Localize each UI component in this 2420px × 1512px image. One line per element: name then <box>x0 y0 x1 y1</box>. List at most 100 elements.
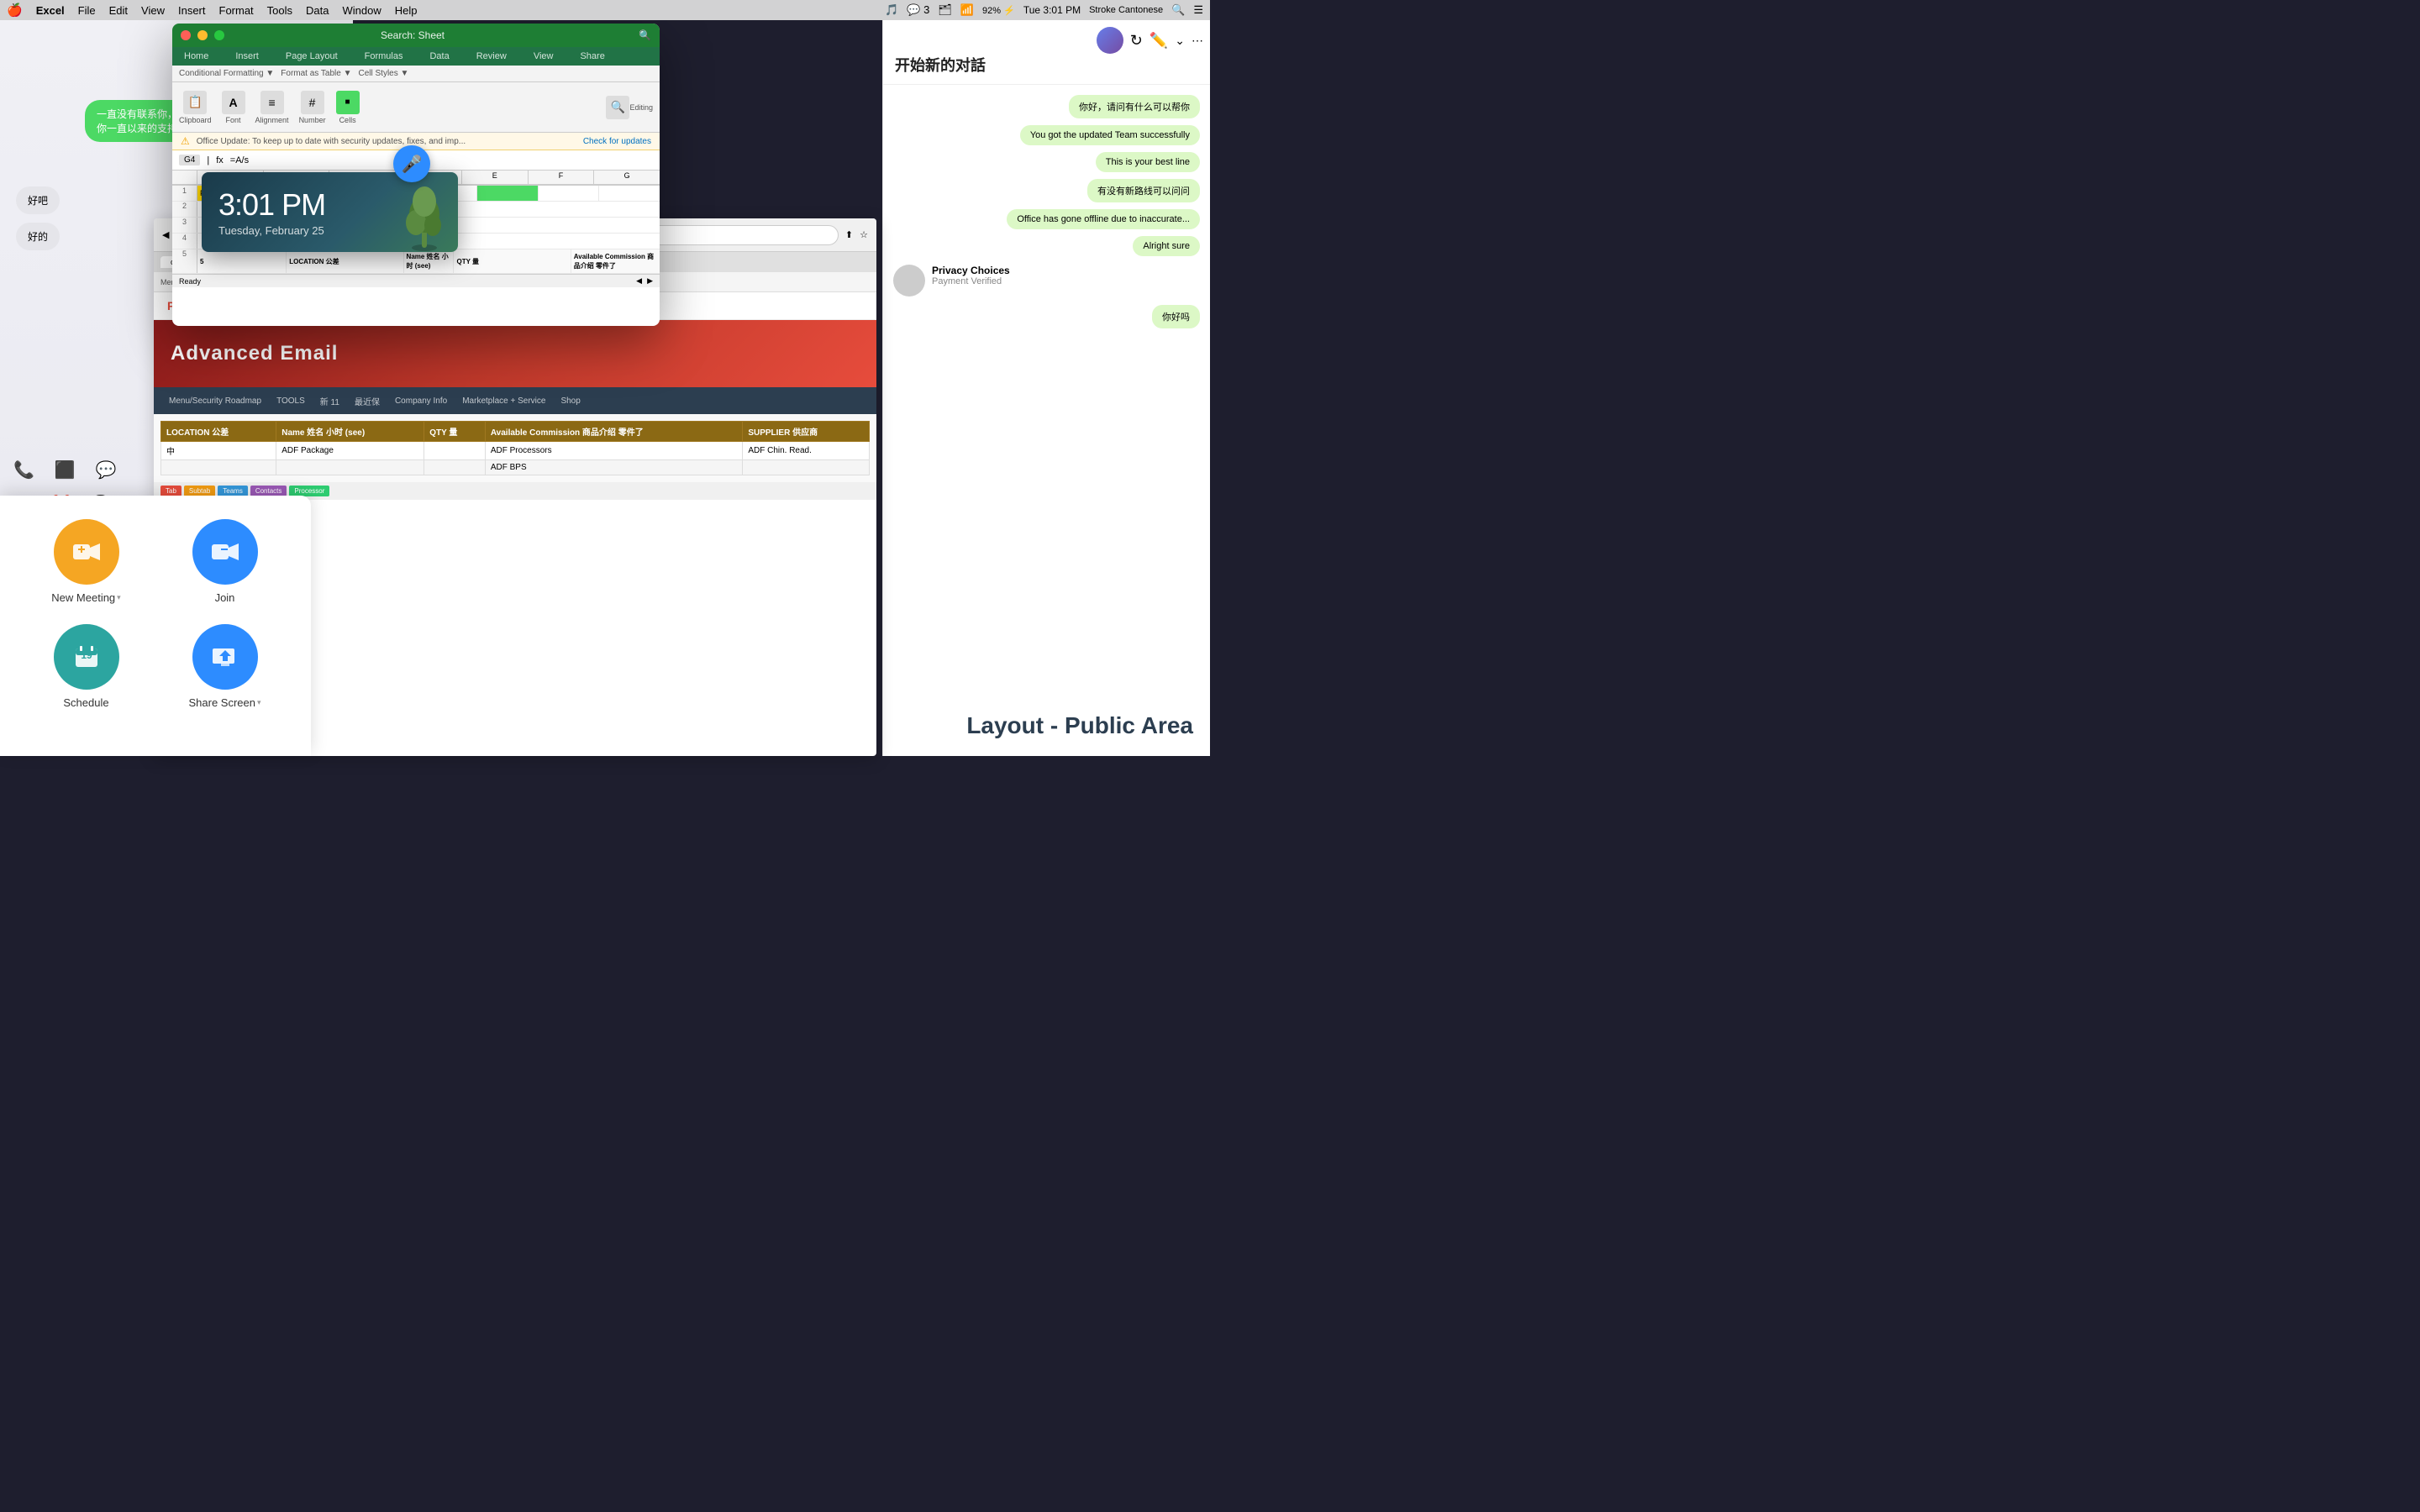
cell-loc-1[interactable]: 中 <box>161 442 276 460</box>
cell-styles-label[interactable]: Cell Styles ▼ <box>358 69 408 78</box>
user-avatar[interactable] <box>1097 27 1123 54</box>
excel-footer: Ready ◀ ▶ <box>172 274 660 287</box>
bubble-icon[interactable]: 💬 <box>96 459 117 480</box>
search-icon[interactable]: 🔍 <box>1171 3 1185 17</box>
tab-formulas[interactable]: Formulas <box>360 50 408 63</box>
cell-comm-2[interactable]: ADF BPS <box>485 460 742 475</box>
zoom-panel: New Meeting ▾ Join 19 <box>0 496 311 756</box>
square-icon[interactable]: ⬛ <box>55 459 76 480</box>
format-table-label[interactable]: Format as Table ▼ <box>281 69 351 78</box>
chevron-down-icon[interactable]: ⌄ <box>1175 34 1185 48</box>
cell-name-2[interactable] <box>276 460 424 475</box>
search-toolbar-icon[interactable]: 🔍 <box>606 96 629 119</box>
menu-view[interactable]: View <box>141 4 165 17</box>
number-icon[interactable]: # <box>301 91 324 114</box>
tab-page-layout[interactable]: Page Layout <box>281 50 343 63</box>
cell-loc-2[interactable] <box>161 460 276 475</box>
right-msg-outgoing-3: This is your best line <box>883 149 1210 176</box>
right-messages-list: 你好，请问有什么可以帮你 You got the updated Team su… <box>883 85 1210 339</box>
notification-icon[interactable]: ☰ <box>1193 3 1203 17</box>
sheet-prev-icon[interactable]: ◀ <box>636 276 642 286</box>
nav-item-4[interactable]: 最近保 <box>348 391 387 411</box>
header-name[interactable]: LOCATION 公差 <box>287 249 403 273</box>
col-f[interactable]: F <box>529 171 595 184</box>
check-updates-btn[interactable]: Check for updates <box>583 137 651 146</box>
nav-item-1[interactable]: Menu/Security Roadmap <box>162 393 268 409</box>
tab-view[interactable]: View <box>529 50 559 63</box>
header-location[interactable]: 5 <box>197 249 287 273</box>
header-supplier[interactable]: Available Commission 商品介绍 零件了 <box>571 249 660 273</box>
cell-comm-1[interactable]: ADF Processors <box>485 442 742 460</box>
expand-icon[interactable]: ⋯ <box>1192 34 1203 48</box>
join-button[interactable]: Join <box>159 512 291 611</box>
cell-sup-1[interactable]: ADF Chin. Read. <box>743 442 870 460</box>
new-meeting-button[interactable]: New Meeting ▾ <box>20 512 152 611</box>
col-e[interactable]: E <box>462 171 529 184</box>
reload-icon[interactable]: ↻ <box>1130 32 1143 50</box>
conditional-format-label[interactable]: Conditional Formatting ▼ <box>179 69 274 78</box>
tab-data[interactable]: Data <box>424 50 454 63</box>
share-screen-icon-circle <box>192 624 258 690</box>
alignment-icon[interactable]: ≡ <box>260 91 284 114</box>
header-qty[interactable]: Name 姓名 小时 (see) <box>404 249 455 273</box>
menu-help[interactable]: Help <box>395 4 418 17</box>
menu-format[interactable]: Format <box>219 4 254 17</box>
menu-data[interactable]: Data <box>306 4 329 17</box>
th-location: LOCATION 公差 <box>161 422 276 442</box>
cell-f1[interactable] <box>539 186 600 201</box>
nav-item-6[interactable]: Marketplace + Service <box>455 393 552 409</box>
excel-search-icon[interactable]: 🔍 <box>639 29 651 41</box>
minimize-button[interactable] <box>197 30 208 40</box>
menubar-time: Tue 3:01 PM <box>1023 4 1081 16</box>
phone-icon[interactable]: 📞 <box>13 459 34 480</box>
join-label: Join <box>215 591 235 604</box>
cell-ref-display[interactable]: G4 <box>179 155 200 165</box>
apple-menu[interactable]: 🍎 <box>7 3 23 18</box>
menu-file[interactable]: File <box>78 4 96 17</box>
clipboard-icon[interactable]: 📋 <box>183 91 207 114</box>
font-icon[interactable]: A <box>222 91 245 114</box>
compose-icon[interactable]: ✏️ <box>1150 32 1168 50</box>
formula-input[interactable] <box>230 155 653 165</box>
tab-review[interactable]: Review <box>471 50 512 63</box>
cell-qty-2[interactable] <box>424 460 486 475</box>
nav-item-2[interactable]: TOOLS <box>270 393 312 409</box>
back-btn[interactable]: ◀ <box>162 229 169 240</box>
new-meeting-arrow[interactable]: ▾ <box>117 593 121 602</box>
menu-tools[interactable]: Tools <box>267 4 292 17</box>
menu-window[interactable]: Window <box>343 4 381 17</box>
share-screen-arrow[interactable]: ▾ <box>257 698 261 707</box>
cell-qty-1[interactable] <box>424 442 486 460</box>
share-btn[interactable]: ⬆ <box>845 229 853 240</box>
cell-e1[interactable] <box>477 186 539 201</box>
cell-name-1[interactable]: ADF Package <box>276 442 424 460</box>
maximize-button[interactable] <box>214 30 224 40</box>
cell-g1[interactable] <box>599 186 660 201</box>
menu-insert[interactable]: Insert <box>178 4 206 17</box>
svg-text:19: 19 <box>81 649 92 661</box>
app-name[interactable]: Excel <box>36 4 65 17</box>
col-g[interactable]: G <box>594 171 660 184</box>
share-screen-button[interactable]: Share Screen ▾ <box>159 617 291 716</box>
update-bar-text: Office Update: To keep up to date with s… <box>197 137 466 146</box>
menu-edit[interactable]: Edit <box>109 4 128 17</box>
sheet-next-icon[interactable]: ▶ <box>647 276 653 286</box>
header-commission[interactable]: QTY 量 <box>454 249 571 273</box>
tab-insert[interactable]: Insert <box>230 50 264 63</box>
tab-home[interactable]: Home <box>179 50 213 63</box>
th-qty: QTY 量 <box>424 422 486 442</box>
nav-item-5[interactable]: Company Info <box>388 393 454 409</box>
schedule-button[interactable]: 19 Schedule <box>20 617 152 716</box>
tab-share[interactable]: Share <box>575 50 609 63</box>
bookmark-btn[interactable]: ☆ <box>860 229 868 240</box>
close-button[interactable] <box>181 30 191 40</box>
right-msg-outgoing-5: Office has gone offline due to inaccurat… <box>883 206 1210 233</box>
nav-item-7[interactable]: Shop <box>554 393 587 409</box>
cell-sup-2[interactable] <box>743 460 870 475</box>
nav-item-3[interactable]: 新 11 <box>313 391 346 411</box>
microphone-button[interactable]: 🎤 <box>393 145 430 182</box>
plant-decoration <box>399 185 450 252</box>
cells-group: ■ Cells <box>336 91 360 124</box>
contact-row[interactable]: Privacy Choices Payment Verified <box>883 260 1210 302</box>
cells-icon[interactable]: ■ <box>336 91 360 114</box>
